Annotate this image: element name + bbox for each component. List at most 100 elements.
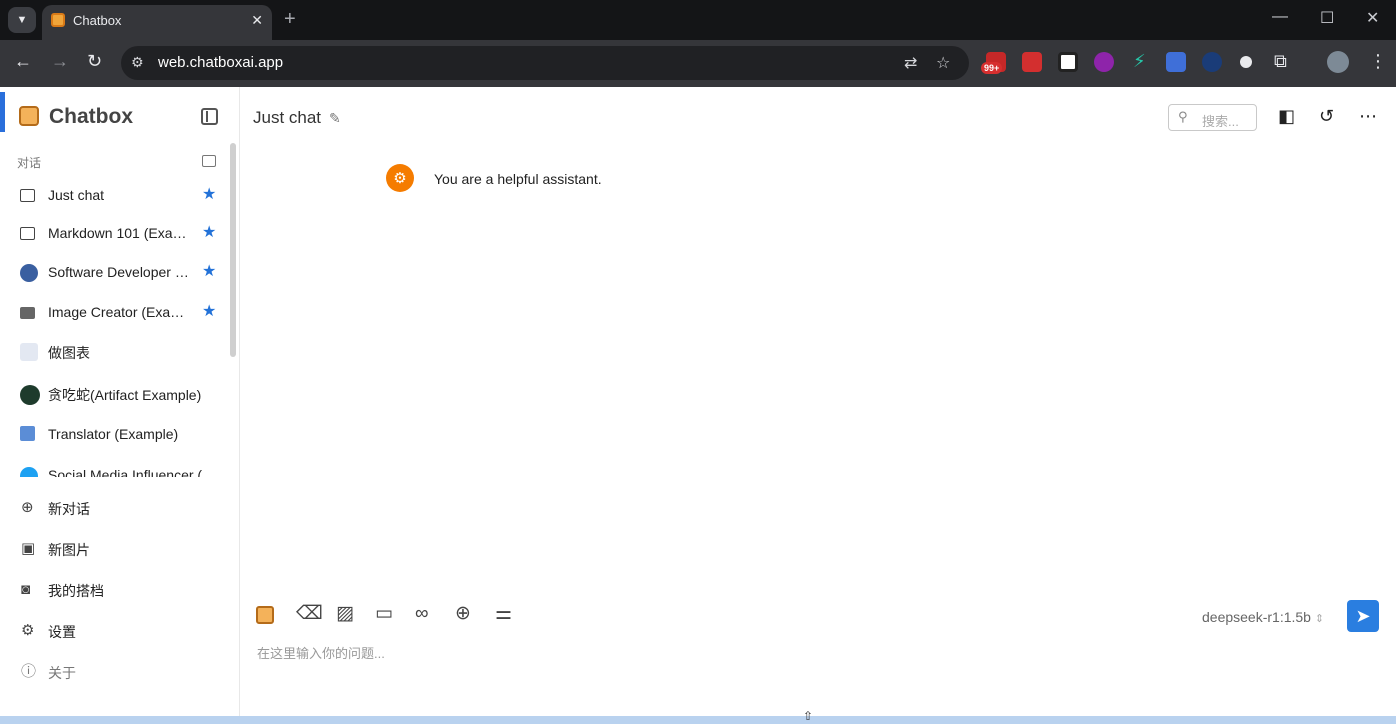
snake-avatar-icon [20, 385, 40, 405]
search-input[interactable]: ⚲ 搜索... [1168, 104, 1257, 131]
folder-icon[interactable]: ▭ [375, 604, 393, 624]
conversation-item[interactable]: Markdown 101 (Example) ★ [0, 215, 226, 253]
chart-avatar-icon [20, 343, 38, 361]
browser-chrome: ▼ Chatbox ✕ + — ☐ ✕ ← → ↻ ⚙ web.chatboxa… [0, 0, 1396, 87]
minimize-icon[interactable]: — [1272, 8, 1288, 26]
extension-glasses-icon[interactable] [1058, 52, 1078, 72]
about-label: 关于 [48, 665, 76, 681]
reload-icon[interactable]: ↻ [87, 52, 102, 70]
conversation-label: Social Media Influencer (Example) [48, 467, 218, 477]
model-selector[interactable]: deepseek-r1:1.5b ⇕ [1202, 609, 1324, 625]
new-tab-button[interactable]: + [284, 8, 296, 31]
translate-icon[interactable]: ⇄ [904, 53, 917, 73]
conversation-item[interactable]: Translator (Example) [0, 416, 226, 454]
conversation-item[interactable]: Software Developer (Example) ★ [0, 254, 226, 292]
browser-menu-icon[interactable]: ⋮ [1369, 52, 1387, 70]
copilot-logo-icon[interactable] [256, 606, 274, 624]
message-input[interactable]: 在这里输入你的问题... [257, 643, 385, 662]
new-chat-button[interactable]: ⊕ 新对话 [0, 490, 226, 526]
more-options-icon[interactable]: ⋯ [1359, 107, 1377, 125]
star-icon[interactable]: ★ [202, 264, 216, 280]
close-icon[interactable]: ✕ [251, 12, 263, 29]
history-icon[interactable]: ↺ [1319, 107, 1334, 125]
conversation-item[interactable]: 做图表 [0, 333, 226, 371]
sidebar-scrollbar[interactable] [230, 143, 236, 357]
about-button[interactable]: ⓘ 关于 [0, 654, 226, 690]
add-circle-icon: ⊕ [21, 499, 34, 516]
chatbox-favicon-icon [51, 13, 65, 27]
conversation-label: Just chat [48, 187, 105, 203]
tab-search-button[interactable]: ▼ [8, 7, 36, 33]
maximize-icon[interactable]: ☐ [1320, 8, 1334, 28]
conversation-item[interactable]: Social Media Influencer (Example) [0, 457, 226, 477]
browser-toolbar: ← → ↻ ⚙ web.chatboxai.app ⇄ ☆ 99+ ⚡ ⧉ ⋮ [0, 40, 1396, 87]
split-view-icon[interactable]: ◧ [1278, 107, 1295, 125]
system-message: You are a helpful assistant. [434, 171, 602, 187]
app-name: Chatbox [49, 105, 133, 128]
collapse-sidebar-icon[interactable] [201, 108, 218, 125]
twitter-bird-icon [20, 467, 38, 477]
link-icon[interactable]: ∞ [415, 604, 429, 624]
image-icon[interactable]: ▨ [336, 604, 354, 624]
edit-pencil-icon[interactable]: ✎ [329, 110, 341, 127]
chatbox-logo-icon [19, 106, 39, 126]
sliders-icon[interactable]: ⚌ [495, 604, 512, 624]
window-close-icon[interactable]: ✕ [1366, 8, 1379, 28]
star-icon[interactable]: ★ [202, 187, 216, 203]
address-bar[interactable]: ⚙ web.chatboxai.app ⇄ ☆ [121, 46, 969, 80]
extensions-puzzle-icon[interactable]: ⧉ [1274, 52, 1287, 70]
conversation-label: Translator (Example) [48, 426, 179, 442]
conversation-item[interactable]: 贪吃蛇(Artifact Example) [0, 375, 226, 413]
conversation-item[interactable]: Just chat ★ [0, 177, 226, 215]
conversation-label: 做图表 [48, 345, 90, 361]
new-chat-label: 新对话 [48, 501, 90, 517]
conversation-label: Software Developer (Example) [48, 264, 190, 280]
eraser-icon[interactable]: ⌫ [296, 604, 323, 624]
profile-avatar[interactable] [1327, 51, 1349, 73]
archive-icon[interactable] [202, 155, 216, 167]
send-button[interactable]: ➤ [1347, 600, 1379, 632]
section-label: 对话 [17, 156, 42, 170]
extension-chat-icon[interactable] [1240, 56, 1252, 68]
sidebar: Chatbox 对话 Just chat ★ Markdown 101 (Exa… [0, 87, 240, 724]
send-icon: ➤ [1355, 605, 1371, 626]
system-gear-icon: ⚙ [386, 164, 414, 192]
my-copilots-button[interactable]: ◙ 我的搭档 [0, 572, 226, 608]
chat-bubble-icon [20, 189, 35, 202]
globe-icon[interactable]: ⊕ [455, 604, 471, 624]
conversation-label: Markdown 101 (Example) [48, 225, 190, 241]
back-arrow-icon[interactable]: ← [14, 52, 32, 70]
forward-arrow-icon[interactable]: → [51, 52, 69, 70]
extension-notification-icon[interactable]: 99+ [981, 52, 1006, 74]
extension-translate-icon[interactable] [1166, 52, 1186, 72]
star-icon[interactable]: ★ [202, 225, 216, 241]
my-copilots-label: 我的搭档 [48, 583, 104, 599]
url-text: web.chatboxai.app [158, 54, 284, 71]
conversation-list: Just chat ★ Markdown 101 (Example) ★ Sof… [0, 177, 226, 477]
gear-icon: ⚙ [21, 622, 35, 639]
new-image-label: 新图片 [48, 542, 90, 558]
extension-fe-icon[interactable] [1022, 52, 1042, 72]
browser-tab[interactable]: Chatbox ✕ [42, 5, 272, 40]
chat-main: Just chat ✎ ⚲ 搜索... ◧ ↺ ⋯ ⚙ You are a he… [241, 87, 1396, 724]
resize-handle-icon[interactable]: ⇧ [803, 709, 813, 723]
input-toolbar: ⌫ ▨ ▭ ∞ ⊕ ⚌ deepseek-r1:1.5b ⇕ [241, 602, 1396, 628]
settings-button[interactable]: ⚙ 设置 [0, 613, 226, 649]
conversation-label: Image Creator (Example) [48, 304, 190, 320]
extension-globe-icon[interactable] [1094, 52, 1114, 72]
star-icon[interactable]: ★ [202, 304, 216, 320]
extension-bolt-icon[interactable]: ⚡ [1133, 52, 1147, 72]
robot-icon: ◙ [21, 581, 31, 598]
tab-title: Chatbox [73, 13, 122, 28]
settings-label: 设置 [48, 624, 76, 640]
bookmark-star-icon[interactable]: ☆ [936, 53, 950, 73]
new-image-button[interactable]: ▣ 新图片 [0, 531, 226, 567]
search-placeholder: 搜索... [1202, 114, 1239, 129]
chat-title: Just chat [253, 108, 322, 127]
conversation-item[interactable]: Image Creator (Example) ★ [0, 294, 226, 332]
extension-check-icon[interactable] [1202, 52, 1222, 72]
site-settings-icon[interactable]: ⚙ [131, 54, 144, 71]
search-icon: ⚲ [1178, 109, 1188, 124]
chevron-down-icon: ▼ [16, 14, 28, 26]
bottom-resize-bar[interactable] [0, 716, 1396, 724]
